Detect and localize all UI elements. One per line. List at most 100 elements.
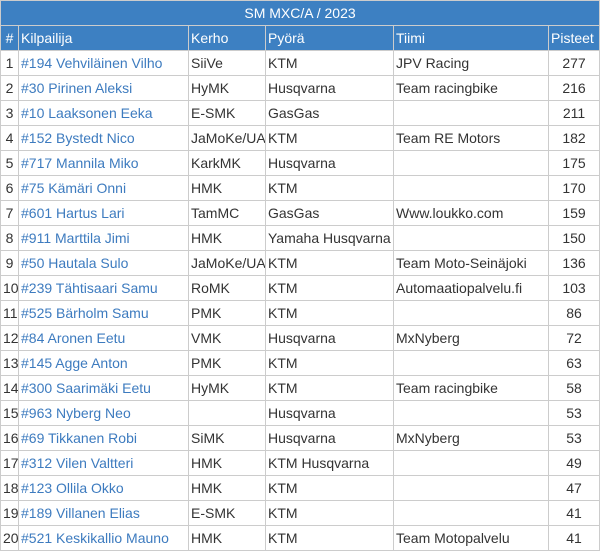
points-cell: 170 [547,175,601,201]
club-cell [188,400,266,426]
club-cell: VMK [188,325,266,351]
table-row: 20 #521 Keskikallio Mauno HMK KTM Team Motop… [0,525,601,551]
rider-link[interactable]: #145 Agge Anton [21,355,128,371]
team-cell [393,500,549,526]
rider-link[interactable]: #521 Keskikallio Mauno [21,530,169,546]
bike-cell: KTM [265,300,394,326]
rider-cell: #194 Vehviläinen Vilho [18,50,189,76]
team-cell [393,400,549,426]
points-cell: 136 [547,250,601,276]
bike-cell: Husqvarna [265,425,394,451]
team-cell: MxNyberg [393,425,549,451]
table-row: 7 #601 Hartus Lari TamMC GasGas Www.loukko.c… [0,200,601,226]
points-cell: 58 [547,375,601,401]
club-cell: PMK [188,300,266,326]
column-header-rank[interactable]: # [0,25,19,51]
rider-link[interactable]: #84 Aronen Eetu [21,330,125,346]
team-cell [393,475,549,501]
bike-cell: KTM [265,375,394,401]
rank-cell: 11 [0,300,19,326]
rider-link[interactable]: #10 Laaksonen Eeka [21,105,153,121]
team-cell: Www.loukko.com [393,200,549,226]
column-header-points[interactable]: Pisteet [547,25,601,51]
team-cell: Team Moto-Seinäjoki [393,250,549,276]
rider-link[interactable]: #911 Marttila Jimi [21,230,130,246]
table-title: SM MXC/A / 2023 [0,0,601,26]
rank-cell: 18 [0,475,19,501]
rider-cell: #300 Saarimäki Eetu [18,375,189,401]
rider-link[interactable]: #189 Villanen Elias [21,505,140,521]
rider-cell: #84 Aronen Eetu [18,325,189,351]
table-row: 14 #300 Saarimäki Eetu HyMK KTM Team racingb… [0,375,601,401]
rider-link[interactable]: #601 Hartus Lari [21,205,125,221]
bike-cell: KTM [265,175,394,201]
table-row: 19 #189 Villanen Elias E-SMK KTM 41 [0,500,601,526]
rank-cell: 1 [0,50,19,76]
club-cell: HyMK [188,75,266,101]
column-header-team[interactable]: Tiimi [393,25,549,51]
points-cell: 103 [547,275,601,301]
rider-link[interactable]: #525 Bärholm Samu [21,305,149,321]
rider-link[interactable]: #300 Saarimäki Eetu [21,380,151,396]
rider-link[interactable]: #717 Mannila Miko [21,155,139,171]
bike-cell: KTM [265,125,394,151]
rider-cell: #123 Ollila Okko [18,475,189,501]
rank-cell: 13 [0,350,19,376]
club-cell: HMK [188,475,266,501]
points-cell: 72 [547,325,601,351]
club-cell: HyMK [188,375,266,401]
rank-cell: 20 [0,525,19,551]
rider-link[interactable]: #123 Ollila Okko [21,480,124,496]
rider-link[interactable]: #75 Kämäri Onni [21,180,126,196]
points-cell: 175 [547,150,601,176]
rank-cell: 3 [0,100,19,126]
column-header-bike[interactable]: Pyörä [265,25,394,51]
team-cell: Team Motopalvelu [393,525,549,551]
points-cell: 86 [547,300,601,326]
column-header-rider[interactable]: Kilpailija [18,25,189,51]
table-row: 3 #10 Laaksonen Eeka E-SMK GasGas 211 [0,100,601,126]
table-row: 15 #963 Nyberg Neo Husqvarna 53 [0,400,601,426]
bike-cell: KTM [265,500,394,526]
club-cell: HMK [188,175,266,201]
rider-link[interactable]: #50 Hautala Sulo [21,255,128,271]
team-cell [393,450,549,476]
bike-cell: KTM [265,250,394,276]
rider-link[interactable]: #69 Tikkanen Robi [21,430,137,446]
club-cell: PMK [188,350,266,376]
bike-cell: KTM [265,525,394,551]
points-cell: 211 [547,100,601,126]
rank-cell: 19 [0,500,19,526]
column-header-club[interactable]: Kerho [188,25,266,51]
bike-cell: KTM [265,275,394,301]
rank-cell: 2 [0,75,19,101]
points-cell: 47 [547,475,601,501]
rider-cell: #75 Kämäri Onni [18,175,189,201]
team-cell [393,100,549,126]
results-table: SM MXC/A / 2023 # Kilpailija Kerho Pyörä… [0,0,601,551]
points-cell: 41 [547,500,601,526]
rank-cell: 12 [0,325,19,351]
rider-link[interactable]: #194 Vehviläinen Vilho [21,55,162,71]
rider-cell: #152 Bystedt Nico [18,125,189,151]
team-cell [393,150,549,176]
team-cell [393,300,549,326]
table-row: 1 #194 Vehviläinen Vilho SiiVe KTM JPV Racin… [0,50,601,76]
club-cell: HMK [188,525,266,551]
table-row: 2 #30 Pirinen Aleksi HyMK Husqvarna Team rac… [0,75,601,101]
bike-cell: KTM [265,475,394,501]
rider-link[interactable]: #963 Nyberg Neo [21,405,131,421]
rider-link[interactable]: #152 Bystedt Nico [21,130,135,146]
table-row: 5 #717 Mannila Miko KarkMK Husqvarna 175 [0,150,601,176]
table-row: 17 #312 Vilen Valtteri HMK KTM Husqvarna 49 [0,450,601,476]
rider-link[interactable]: #312 Vilen Valtteri [21,455,133,471]
rider-cell: #717 Mannila Miko [18,150,189,176]
rider-cell: #145 Agge Anton [18,350,189,376]
table-row: 11 #525 Bärholm Samu PMK KTM 86 [0,300,601,326]
club-cell: HMK [188,225,266,251]
rank-cell: 7 [0,200,19,226]
team-cell: Team RE Motors [393,125,549,151]
bike-cell: Husqvarna [265,150,394,176]
rider-link[interactable]: #239 Tähtisaari Samu [21,280,158,296]
rider-link[interactable]: #30 Pirinen Aleksi [21,80,132,96]
